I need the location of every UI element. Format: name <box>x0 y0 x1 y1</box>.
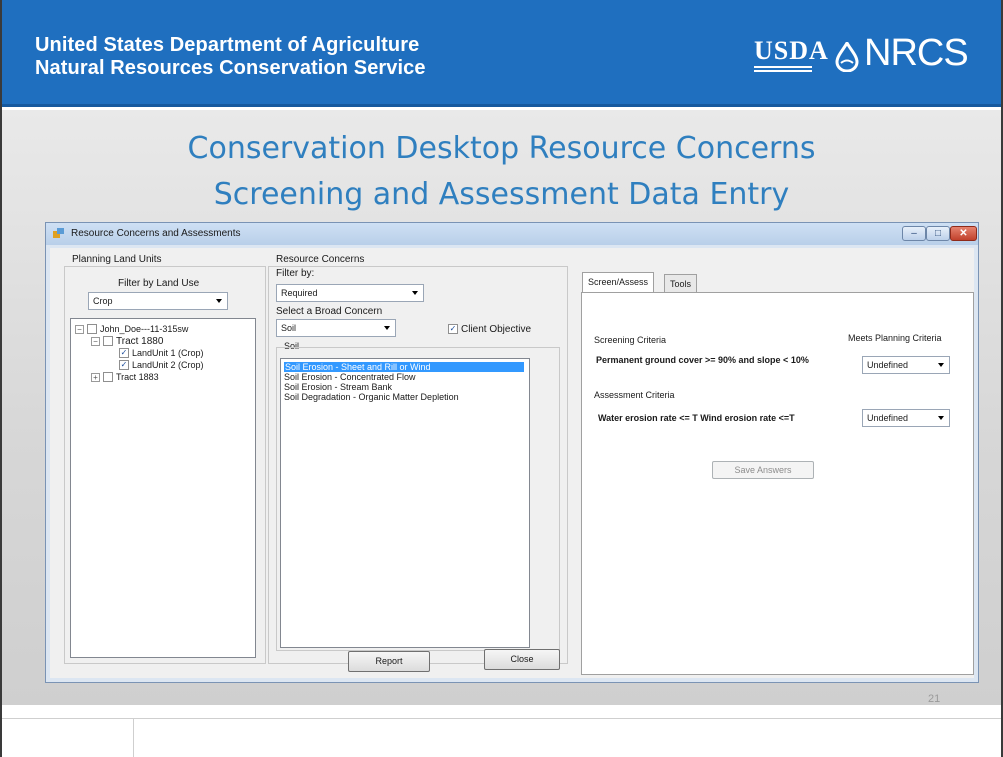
tree-node-tract-1883[interactable]: + Tract 1883 <box>91 371 159 383</box>
screening-answer-value: Undefined <box>867 360 909 370</box>
tree-checkbox[interactable] <box>103 336 113 346</box>
broad-concern-value: Soil <box>281 323 297 333</box>
checkmark-icon[interactable]: ✓ <box>448 324 458 334</box>
land-use-filter-value: Crop <box>93 296 113 306</box>
assessment-criteria-header: Assessment Criteria <box>594 390 675 400</box>
land-use-filter-dropdown[interactable]: Crop <box>88 292 228 310</box>
close-button[interactable]: Close <box>484 649 560 670</box>
minimize-button[interactable]: – <box>902 226 926 241</box>
meets-planning-header: Meets Planning Criteria <box>848 333 942 343</box>
tree-node-john-doe[interactable]: − John_Doe---11-315sw <box>75 323 188 335</box>
resource-concerns-window: Resource Concerns and Assessments – □ ✕ … <box>45 222 979 683</box>
minimize-icon: – <box>911 228 917 239</box>
tree-node-label: LandUnit 1 (Crop) <box>132 348 204 358</box>
client-objective-checkbox[interactable]: ✓ Client Objective <box>448 323 531 335</box>
maximize-button[interactable]: □ <box>926 226 950 241</box>
save-answers-button[interactable]: Save Answers <box>712 461 814 479</box>
tree-node-landunit-1[interactable]: ✓ LandUnit 1 (Crop) <box>119 347 204 359</box>
checkmark-icon[interactable]: ✓ <box>119 348 129 358</box>
list-item[interactable]: Soil Degradation - Organic Matter Deplet… <box>284 392 459 402</box>
concern-filter-dropdown[interactable]: Required <box>276 284 424 302</box>
client-objective-label: Client Objective <box>461 323 532 335</box>
chevron-down-icon <box>384 326 390 330</box>
maximize-icon: □ <box>934 228 942 239</box>
window-titlebar[interactable]: Resource Concerns and Assessments – □ ✕ <box>46 223 978 245</box>
tree-node-tract-1880[interactable]: − Tract 1880 <box>91 335 163 347</box>
list-item[interactable]: Soil Erosion - Concentrated Flow <box>284 372 416 382</box>
close-icon: ✕ <box>959 228 968 239</box>
screening-answer-dropdown[interactable]: Undefined <box>862 356 950 374</box>
screening-criteria-header: Screening Criteria <box>594 335 667 345</box>
footer-divider <box>2 718 1001 719</box>
chevron-down-icon <box>216 299 222 303</box>
nrcs-logo: NRCS <box>864 32 969 74</box>
assessment-question: Water erosion rate <= T Wind erosion rat… <box>598 413 795 423</box>
page-number: 21 <box>928 693 941 705</box>
broad-concern-label: Select a Broad Concern <box>276 306 383 317</box>
footer-tick <box>133 719 134 757</box>
usda-logo: USDA <box>754 36 829 65</box>
collapse-icon[interactable]: − <box>91 336 100 346</box>
expand-icon[interactable]: + <box>91 372 100 382</box>
window-title: Resource Concerns and Assessments <box>71 228 241 239</box>
usda-logo-stripes <box>754 66 812 76</box>
banner-service-name: Natural Resources Conservation Service <box>35 57 426 79</box>
tree-node-label: John_Doe---11-315sw <box>100 324 189 334</box>
screening-question: Permanent ground cover >= 90% and slope … <box>596 355 809 365</box>
tree-node-label: Tract 1883 <box>116 372 159 382</box>
checkmark-icon[interactable]: ✓ <box>119 360 129 370</box>
report-button[interactable]: Report <box>348 651 430 672</box>
slide-subtitle: Screening and Assessment Data Entry <box>213 177 790 212</box>
tab-screen-assess[interactable]: Screen/Assess <box>582 272 655 292</box>
concern-filter-value: Required <box>281 288 318 298</box>
chevron-down-icon <box>938 363 944 367</box>
app-icon <box>53 228 64 238</box>
tree-node-label: LandUnit 2 (Crop) <box>132 360 204 370</box>
chevron-down-icon <box>412 291 418 295</box>
planning-land-units-label: Planning Land Units <box>72 254 162 265</box>
window-client: Planning Land Units Filter by Land Use C… <box>50 248 974 678</box>
slide-title: Conservation Desktop Resource Concerns <box>187 131 816 166</box>
assessment-answer-dropdown[interactable]: Undefined <box>862 409 950 427</box>
close-window-button[interactable]: ✕ <box>950 226 977 241</box>
banner-agency-name: United States Department of Agriculture <box>35 34 420 56</box>
list-item[interactable]: Soil Erosion - Stream Bank <box>284 382 392 392</box>
filter-by-label: Filter by: <box>276 268 315 279</box>
tree-checkbox[interactable] <box>103 372 113 382</box>
tree-checkbox[interactable] <box>87 324 97 334</box>
filter-land-use-label: Filter by Land Use <box>118 278 200 289</box>
nrcs-drop-icon <box>835 42 859 72</box>
assessment-answer-value: Undefined <box>867 413 909 423</box>
tree-node-landunit-2[interactable]: ✓ LandUnit 2 (Crop) <box>119 359 204 371</box>
tree-node-label: Tract 1880 <box>116 335 164 347</box>
broad-concern-dropdown[interactable]: Soil <box>276 319 396 337</box>
list-item-selected[interactable]: Soil Erosion - Sheet and Rill or Wind <box>284 362 524 372</box>
resource-concerns-label: Resource Concerns <box>276 254 365 265</box>
collapse-icon[interactable]: − <box>75 324 84 334</box>
tab-tools[interactable]: Tools <box>664 274 698 292</box>
chevron-down-icon <box>938 416 944 420</box>
planning-tree: − John_Doe---11-315sw − Tract 1880 ✓ Lan… <box>70 318 256 658</box>
screen-assess-tab-page: Screening Criteria Meets Planning Criter… <box>581 292 974 675</box>
agency-banner: United States Department of Agriculture … <box>2 0 1001 107</box>
concerns-listbox[interactable]: Soil Erosion - Sheet and Rill or Wind So… <box>280 358 530 648</box>
